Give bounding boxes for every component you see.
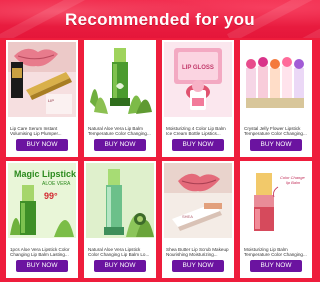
svg-text:Magic Lipstick: Magic Lipstick — [14, 169, 76, 179]
svg-text:LIP: LIP — [48, 98, 54, 103]
buy-now-button[interactable]: BUY NOW — [94, 260, 146, 272]
buy-now-button[interactable]: BUY NOW — [94, 139, 146, 151]
aloe-vera-lipstick-photo — [86, 42, 154, 117]
buy-now-button[interactable]: BUY NOW — [16, 139, 68, 151]
buy-now-button[interactable]: BUY NOW — [250, 139, 302, 151]
product-name[interactable]: Moisturizing Lip Balm Temperature Color … — [244, 247, 308, 258]
header-banner: Recommended for you — [0, 0, 320, 38]
svg-text:99°: 99° — [44, 191, 58, 201]
color-change-lip-balm-photo: Color Change lip Balm — [242, 163, 310, 238]
jelly-flower-lipstick-photo — [242, 42, 310, 117]
svg-text:ALOE VERA: ALOE VERA — [42, 181, 71, 187]
product-name[interactable]: Natural Aloe Vera Lipstick Color Changin… — [88, 247, 152, 258]
product-card[interactable]: LIP Lip Care Serum Instant Volumising Li… — [6, 40, 78, 157]
magic-lipstick-photo: Magic Lipstick ALOE VERA 99° — [8, 163, 76, 238]
product-name[interactable]: 1pcs Aloe Vera Lipstick Color Changing L… — [10, 247, 74, 258]
product-name[interactable]: Shea Butter Lip Scrub Makeup Nourishing … — [166, 247, 230, 258]
product-card[interactable]: Magic Lipstick ALOE VERA 99° 1pcs Aloe V… — [6, 161, 78, 278]
buy-now-button[interactable]: BUY NOW — [250, 260, 302, 272]
product-card[interactable]: Natural Aloe Vera Lipstick Color Changin… — [84, 161, 156, 278]
product-name[interactable]: Lip Care Serum Instant Volumising Lip Pl… — [10, 126, 74, 137]
product-card[interactable]: LIP GLOSS Moisturizing 4 Color Lip Balm … — [162, 40, 234, 157]
product-name[interactable]: Crystal Jelly Flower Lipstick Temperatur… — [244, 126, 308, 137]
page-title: Recommended for you — [65, 10, 255, 29]
buy-now-button[interactable]: BUY NOW — [172, 139, 224, 151]
buy-now-button[interactable]: BUY NOW — [16, 260, 68, 272]
product-name[interactable]: Natural Aloe Vera Lip Balm Temperature C… — [88, 126, 152, 137]
product-card[interactable]: Color Change lip Balm Moisturizing Lip B… — [240, 161, 312, 278]
product-name[interactable]: Moisturizing 4 Color Lip Balm Ice Cream … — [166, 126, 230, 137]
product-card[interactable]: SHEA Shea Butter Lip Scrub Makeup Nouris… — [162, 161, 234, 278]
svg-text:lip Balm: lip Balm — [286, 180, 301, 185]
buy-now-button[interactable]: BUY NOW — [172, 260, 224, 272]
product-card[interactable]: Crystal Jelly Flower Lipstick Temperatur… — [240, 40, 312, 157]
svg-text:LIP GLOSS: LIP GLOSS — [182, 65, 214, 71]
ice-cream-lip-balm-photo: LIP GLOSS — [164, 42, 232, 117]
product-grid: LIP Lip Care Serum Instant Volumising Li… — [6, 40, 314, 278]
lip-scrub-photo: SHEA — [164, 163, 232, 238]
green-lipstick-photo — [86, 163, 154, 238]
lip-plumper-product-photo: LIP — [8, 42, 76, 117]
product-card[interactable]: Natural Aloe Vera Lip Balm Temperature C… — [84, 40, 156, 157]
svg-text:SHEA: SHEA — [182, 214, 193, 219]
